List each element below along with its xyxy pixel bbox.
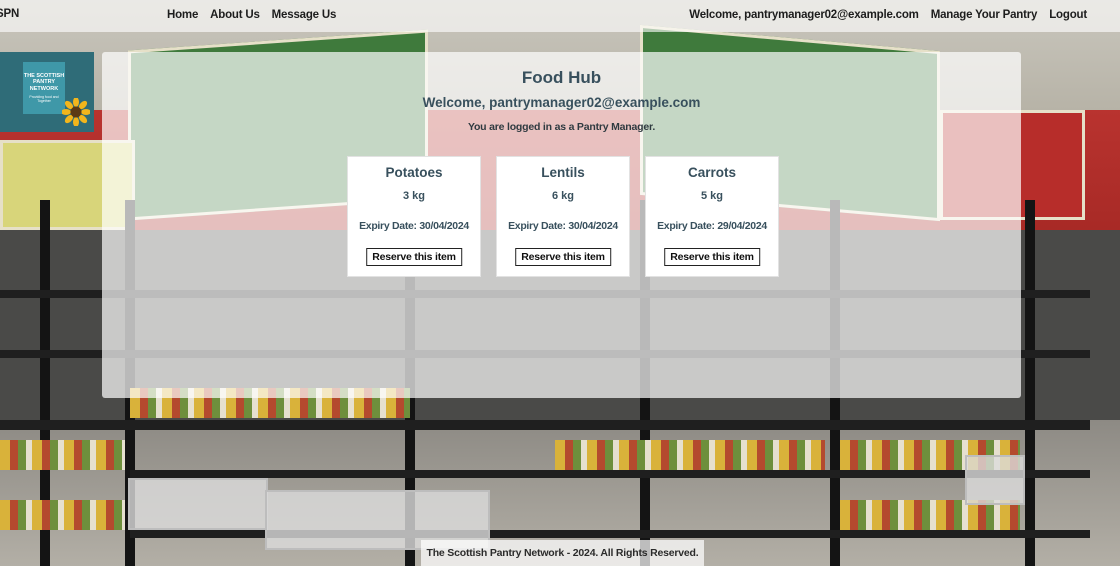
reserve-item-button[interactable]: Reserve this item	[366, 248, 462, 266]
spn-logo[interactable]: THE SCOTTISH PANTRY NETWORK Providing fo…	[0, 52, 94, 132]
food-hub-panel: Food Hub Welcome, pantrymanager02@exampl…	[102, 52, 1021, 398]
bg-crate	[965, 455, 1025, 505]
nav-home-link[interactable]: Home	[167, 9, 198, 21]
bg-shelf-upright	[1025, 200, 1035, 566]
nav-welcome-user[interactable]: Welcome, pantrymanager02@example.com	[689, 9, 919, 21]
item-expiry: Expiry Date: 30/04/2024	[359, 220, 469, 232]
logo-tagline: Providing food and Together	[29, 94, 59, 103]
nav-manage-pantry-link[interactable]: Manage Your Pantry	[931, 9, 1038, 21]
item-expiry: Expiry Date: 29/04/2024	[657, 220, 767, 232]
bg-crate	[128, 478, 268, 530]
page-title: Food Hub	[521, 68, 602, 87]
item-card: Lentils 6 kg Expiry Date: 30/04/2024 Res…	[496, 156, 630, 277]
item-expiry: Expiry Date: 30/04/2024	[508, 220, 618, 232]
role-note: You are logged in as a Pantry Manager.	[467, 121, 656, 133]
bg-shelf	[0, 420, 1090, 430]
nav-message-link[interactable]: Message Us	[272, 9, 337, 21]
item-cards: Potatoes 3 kg Expiry Date: 30/04/2024 Re…	[347, 156, 779, 277]
top-navbar: SPN Home About Us Message Us Welcome, pa…	[0, 0, 1120, 32]
welcome-heading: Welcome, pantrymanager02@example.com	[422, 95, 701, 110]
bg-cans	[0, 440, 125, 470]
item-quantity: 5 kg	[700, 190, 723, 202]
nav-logout-link[interactable]: Logout	[1049, 9, 1087, 21]
item-card: Potatoes 3 kg Expiry Date: 30/04/2024 Re…	[347, 156, 481, 277]
reserve-item-button[interactable]: Reserve this item	[515, 248, 611, 266]
bg-cans	[0, 500, 125, 530]
bg-shelf	[130, 470, 1090, 478]
logo-title: THE SCOTTISH PANTRY NETWORK	[23, 73, 65, 92]
logo-badge: THE SCOTTISH PANTRY NETWORK Providing fo…	[23, 62, 65, 114]
brand-link[interactable]: SPN	[0, 8, 19, 20]
item-quantity: 6 kg	[551, 190, 574, 202]
item-name: Lentils	[541, 165, 585, 180]
sunflower-icon	[62, 98, 90, 126]
item-name: Potatoes	[385, 165, 443, 180]
page-footer: The Scottish Pantry Network - 2024. All …	[421, 540, 704, 566]
item-name: Carrots	[687, 165, 736, 180]
nav-left-links: Home About Us Message Us	[167, 9, 336, 21]
nav-about-link[interactable]: About Us	[210, 9, 260, 21]
bg-cans	[555, 440, 825, 470]
item-quantity: 3 kg	[402, 190, 425, 202]
reserve-item-button[interactable]: Reserve this item	[664, 248, 760, 266]
item-card: Carrots 5 kg Expiry Date: 29/04/2024 Res…	[645, 156, 779, 277]
nav-right-links: Welcome, pantrymanager02@example.com Man…	[689, 9, 1087, 21]
